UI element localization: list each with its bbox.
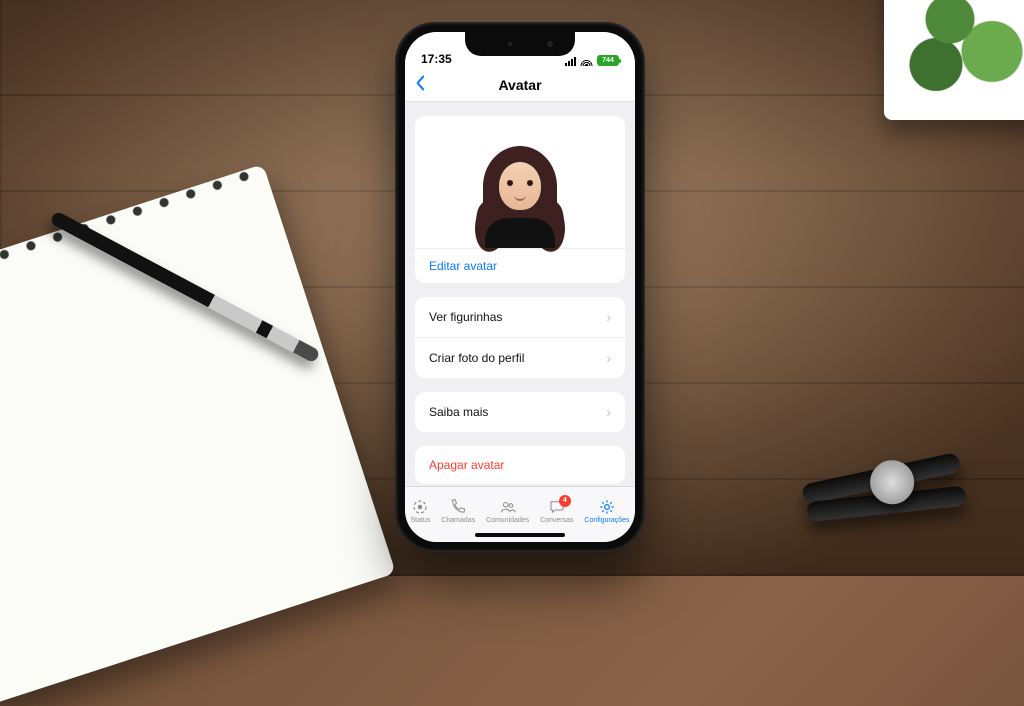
avatar-preview — [415, 116, 625, 248]
chevron-left-icon — [415, 75, 425, 91]
tab-label: Status — [410, 517, 430, 524]
row-delete-avatar[interactable]: Apagar avatar — [415, 446, 625, 484]
content-scroll[interactable]: Editar avatar Ver figurinhas › Criar fot… — [405, 102, 635, 486]
plant-prop — [884, 0, 1024, 120]
tab-label: Configurações — [584, 517, 629, 524]
row-create-profile-photo[interactable]: Criar foto do perfil › — [415, 337, 625, 378]
gear-icon — [597, 498, 617, 516]
avatar-card: Editar avatar — [415, 116, 625, 283]
tab-settings[interactable]: Configurações — [584, 498, 629, 524]
phone-icon — [448, 498, 468, 516]
info-group: Saiba mais › — [415, 392, 625, 432]
tab-communities[interactable]: Comunidades — [486, 498, 529, 524]
battery-icon: 744 — [597, 55, 619, 66]
chevron-right-icon: › — [606, 404, 611, 420]
chat-icon: 4 — [547, 498, 567, 516]
tab-label: Chamadas — [441, 517, 475, 524]
phone-screen: 17:35 744 Avatar Editar avatar — [405, 32, 635, 542]
tab-status[interactable]: Status — [410, 498, 430, 524]
nav-header: Avatar — [405, 68, 635, 102]
back-button[interactable] — [415, 75, 425, 95]
page-title: Avatar — [498, 77, 541, 93]
row-view-stickers[interactable]: Ver figurinhas › — [415, 297, 625, 337]
chevron-right-icon: › — [606, 309, 611, 325]
chat-badge: 4 — [559, 495, 571, 507]
phone-frame: 17:35 744 Avatar Editar avatar — [395, 22, 645, 552]
cellular-signal-icon — [565, 56, 576, 66]
edit-avatar-link[interactable]: Editar avatar — [415, 248, 625, 283]
home-indicator[interactable] — [475, 533, 565, 537]
row-label: Apagar avatar — [429, 458, 504, 472]
phone-notch — [465, 32, 575, 56]
delete-group: Apagar avatar — [415, 446, 625, 484]
chevron-right-icon: › — [606, 350, 611, 366]
tab-label: Conversas — [540, 517, 573, 524]
tab-label: Comunidades — [486, 517, 529, 524]
people-icon — [498, 498, 518, 516]
row-label: Ver figurinhas — [429, 310, 502, 324]
status-icon — [410, 498, 430, 516]
status-time: 17:35 — [421, 52, 452, 66]
options-group: Ver figurinhas › Criar foto do perfil › — [415, 297, 625, 378]
row-label: Criar foto do perfil — [429, 351, 524, 365]
tab-chats[interactable]: 4 Conversas — [540, 498, 573, 524]
avatar-image — [477, 140, 563, 248]
wifi-icon — [580, 56, 593, 66]
battery-level: 744 — [598, 56, 618, 65]
row-learn-more[interactable]: Saiba mais › — [415, 392, 625, 432]
row-label: Saiba mais — [429, 405, 488, 419]
tab-calls[interactable]: Chamadas — [441, 498, 475, 524]
